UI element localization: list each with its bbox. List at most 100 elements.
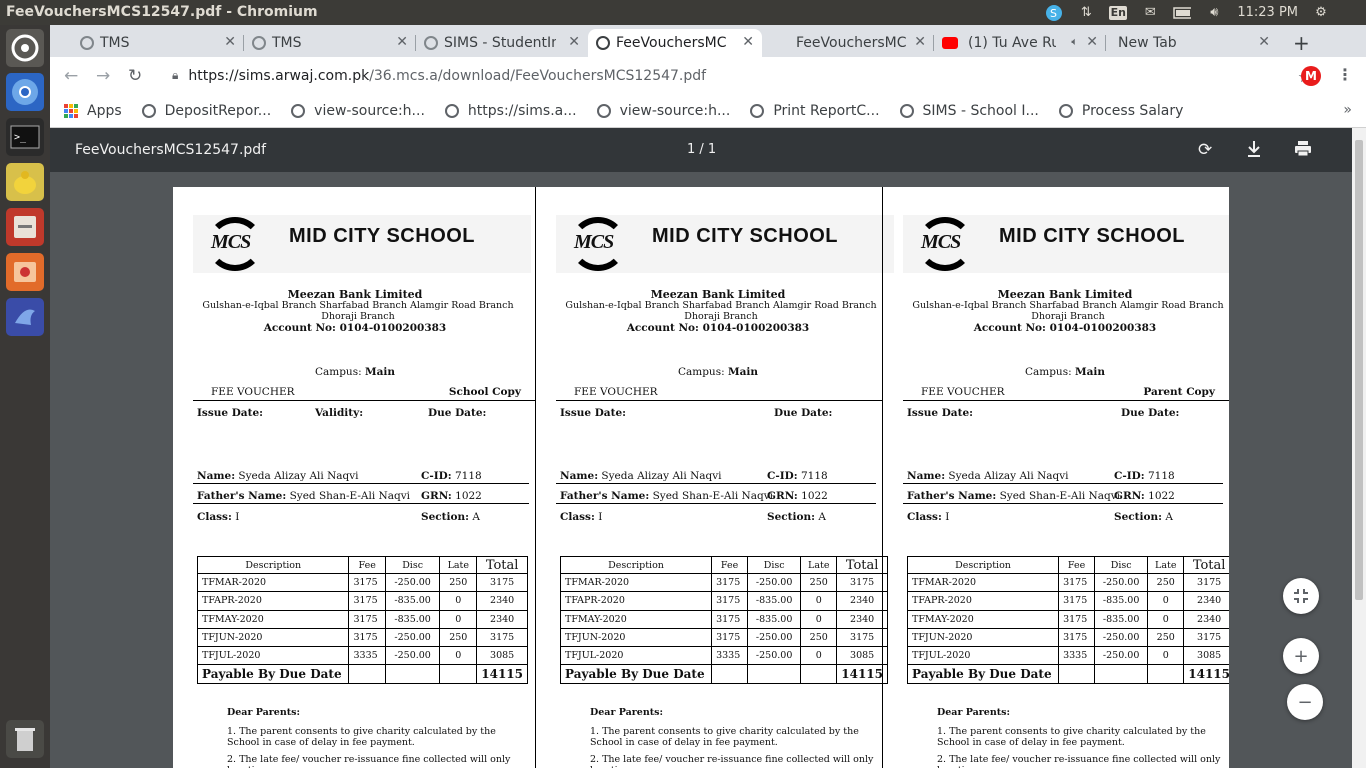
close-tab-icon[interactable]: ✕ [1086,34,1098,50]
dash-home-icon[interactable] [6,29,44,67]
zoom-in-icon[interactable]: + [1283,638,1319,674]
profile-avatar[interactable]: M [1301,66,1321,86]
bank-branches: Gulshan-e-Iqbal Branch Sharfabad Branch … [565,300,877,322]
print-icon[interactable] [1294,140,1312,162]
fee-discount: -250.00 [1094,646,1149,666]
bookmark-apps[interactable]: Apps [64,103,122,119]
fee-voucher-label: FEE VOUCHER [921,386,1005,398]
logo-mark-text: MCS [211,231,251,253]
bookmark-sims-school[interactable]: SIMS - School I... [899,102,1039,119]
fee-row: TFMAY-2020 3175 -835.00 0 2340 [559,609,888,629]
divider [556,503,876,504]
chromium-icon[interactable] [6,73,44,111]
forward-arrow-icon[interactable]: → [96,66,110,86]
page-scrollbar[interactable] [1352,128,1366,768]
audio-playing-icon[interactable]: 🔈︎ [1071,35,1078,49]
url-path: /36.mcs.a/download/FeeVouchersMCS12547.p… [369,67,707,84]
tab-youtube[interactable]: (1) Tu Ave Ru 🔈︎ ✕ [934,29,1106,57]
bookmark-sims-arwaj[interactable]: https://sims.a... [444,103,577,119]
divider [193,400,535,401]
back-arrow-icon[interactable]: ← [64,66,78,86]
issue-date-label: Issue Date: [197,407,264,419]
zoom-out-icon[interactable]: − [1287,684,1323,720]
student-name: Name: Syeda Alizay Ali Naqvi [907,470,1069,482]
bookmark-view-source-2[interactable]: view-source:h... [596,103,730,119]
fee-late: 250 [439,627,478,648]
close-tab-icon[interactable]: ✕ [742,34,754,50]
bookmark-label: SIMS - School I... [922,102,1039,119]
globe-icon [80,36,94,50]
close-tab-icon[interactable]: ✕ [1258,34,1270,50]
col-late: Late [1147,556,1185,574]
mail-icon[interactable]: ✉ [1141,5,1159,20]
bookmark-view-source-1[interactable]: view-source:h... [291,103,425,119]
volume-icon[interactable]: 🔊︎ [1205,5,1223,20]
tab-sims-student[interactable]: SIMS - StudentIn ✕ [416,29,588,57]
tab-tms-2[interactable]: TMS ✕ [244,29,416,57]
bookmark-process-salary[interactable]: Process Salary [1058,102,1184,119]
close-tab-icon[interactable]: ✕ [224,34,236,50]
fee-table-header: Description Fee Disc Late Total [559,556,888,574]
col-total: Total [836,556,888,574]
battery-icon[interactable] [1173,6,1192,20]
close-tab-icon[interactable]: ✕ [914,34,926,50]
fee-total: 3085 [1183,646,1229,666]
student-cid: C-ID: 7118 [1114,470,1175,482]
tab-fee-vouchers-active[interactable]: FeeVouchersMC ✕ [588,29,762,57]
voucher-copy: MCS MID CITY SCHOOL Meezan Bank Limited … [536,187,894,768]
fee-late: 0 [439,609,478,629]
window-title: FeeVouchersMCS12547.pdf - Chromium [6,4,318,20]
new-tab-plus-icon[interactable]: + [1293,31,1310,55]
fee-row: TFMAR-2020 3175 -250.00 250 3175 [559,572,888,593]
power-gear-icon[interactable]: ⚙ [1312,5,1330,20]
dolphin-app-icon[interactable] [6,298,44,336]
scrollbar-thumb[interactable] [1355,140,1363,600]
fee-late: 0 [439,646,478,666]
lock-icon[interactable]: 🔒︎ [172,68,178,83]
fee-late: 0 [1147,646,1185,666]
network-arrows-icon[interactable]: ⇅ [1077,5,1095,20]
terminal-icon[interactable]: >_ [6,118,44,156]
trash-icon[interactable] [6,720,44,758]
fit-page-icon[interactable] [1283,578,1319,614]
fee-total: 3175 [1183,572,1229,593]
fee-row: TFMAR-2020 3175 -250.00 250 3175 [196,572,528,593]
image-viewer-icon[interactable] [6,253,44,291]
tab-fee-vouchers-2[interactable]: FeeVouchersMC ✕ [762,29,934,57]
fee-discount: -250.00 [384,572,441,593]
fee-discount: -250.00 [384,627,441,648]
bookmark-print-report[interactable]: Print ReportC... [750,103,880,119]
files-cabinet-icon[interactable] [6,208,44,246]
keyboard-lang-indicator[interactable]: En [1109,5,1128,20]
logo-mark-text: MCS [574,231,614,253]
fee-row: TFJUL-2020 3335 -250.00 0 3085 [196,646,528,666]
close-tab-icon[interactable]: ✕ [396,34,408,50]
fee-late: 250 [1147,627,1185,648]
clock[interactable]: 11:23 PM [1237,5,1298,20]
close-tab-icon[interactable]: ✕ [568,34,580,50]
fee-row: TFJUL-2020 3335 -250.00 0 3085 [906,646,1229,666]
fee-total: 3175 [476,627,528,648]
school-name: MID CITY SCHOOL [999,225,1186,247]
campus-value: Main [364,366,396,378]
student-class: Class: I [197,511,240,523]
teapot-app-icon[interactable] [6,163,44,201]
tab-new-tab[interactable]: New Tab ✕ [1106,29,1278,57]
download-icon[interactable] [1246,140,1262,163]
fee-amount: 3335 [711,646,749,666]
address-bar[interactable]: 🔒︎ https://sims.arwaj.com.pk /36.mcs.a/d… [160,61,1312,90]
bookmark-deposit-report[interactable]: DepositRepor... [141,103,271,119]
fee-total: 3175 [476,572,528,593]
fee-discount: -835.00 [384,591,441,611]
fee-row: TFAPR-2020 3175 -835.00 0 2340 [196,591,528,611]
tab-tms-1[interactable]: TMS ✕ [72,29,244,57]
reload-icon[interactable]: ↻ [128,66,142,86]
rotate-icon[interactable]: ⟳ [1198,140,1212,160]
skype-icon[interactable]: S [1045,4,1063,21]
issue-date-label: Issue Date: [907,407,974,419]
bookmark-label: Process Salary [1081,102,1184,119]
fee-late: 0 [1147,609,1185,629]
kebab-menu-icon[interactable]: ⋮ [1337,65,1353,84]
unity-launcher: >_ [0,25,50,768]
bookmarks-overflow-icon[interactable]: » [1343,102,1352,118]
